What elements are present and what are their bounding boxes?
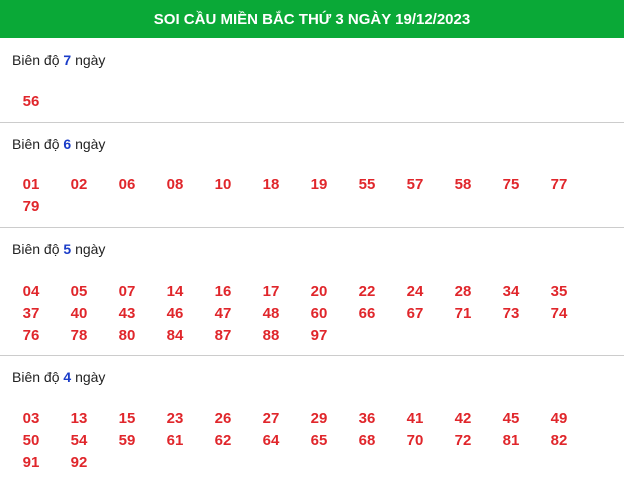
lottery-number: 06 (118, 176, 136, 193)
lottery-number: 80 (118, 327, 136, 344)
lottery-number: 15 (118, 410, 136, 427)
section-title: Biên độ 6 ngày (0, 123, 624, 153)
lottery-number: 22 (358, 283, 376, 300)
section-title: Biên độ 4 ngày (0, 356, 624, 386)
lottery-number: 02 (70, 176, 88, 193)
section-title-suffix: ngày (75, 136, 106, 152)
lottery-number: 47 (214, 305, 232, 322)
lottery-number: 13 (70, 410, 88, 427)
lottery-number: 41 (406, 410, 424, 427)
lottery-number: 76 (22, 327, 40, 344)
lottery-number: 45 (502, 410, 520, 427)
lottery-number: 55 (358, 176, 376, 193)
section-title-suffix: ngày (75, 241, 106, 257)
lottery-number: 62 (214, 432, 232, 449)
lottery-number: 14 (166, 283, 184, 300)
lottery-number: 65 (310, 432, 328, 449)
lottery-number: 92 (70, 454, 88, 471)
lottery-number: 74 (550, 305, 568, 322)
section-title-days: 5 (63, 241, 72, 257)
page-header: SOI CẦU MIỀN BẮC THỨ 3 NGÀY 19/12/2023 (0, 0, 624, 38)
lottery-number: 91 (22, 454, 40, 471)
lottery-number: 82 (550, 432, 568, 449)
lottery-number: 88 (262, 327, 280, 344)
lottery-number: 49 (550, 410, 568, 427)
section-title-days: 7 (63, 52, 72, 68)
lottery-number: 26 (214, 410, 232, 427)
lottery-number: 37 (22, 305, 40, 322)
lottery-number: 20 (310, 283, 328, 300)
lottery-number: 18 (262, 176, 280, 193)
section-title: Biên độ 5 ngày (0, 228, 624, 258)
lottery-number: 24 (406, 283, 424, 300)
lottery-number: 43 (118, 305, 136, 322)
lottery-number: 05 (70, 283, 88, 300)
lottery-number: 71 (454, 305, 472, 322)
lottery-number: 03 (22, 410, 40, 427)
section-title: Biên độ 7 ngày (0, 38, 624, 69)
lottery-number: 78 (70, 327, 88, 344)
section-title-prefix: Biên độ (12, 136, 60, 152)
section-title-suffix: ngày (75, 52, 106, 68)
number-grid: 56 (0, 93, 624, 111)
section-title-days: 6 (63, 136, 72, 152)
lottery-number: 66 (358, 305, 376, 322)
lottery-number: 59 (118, 432, 136, 449)
lottery-number: 72 (454, 432, 472, 449)
section-bien-do-6: Biên độ 6 ngày 01 02 06 08 10 18 19 55 57 58 75 77 7… (0, 123, 624, 228)
lottery-number: 10 (214, 176, 232, 193)
section-title-suffix: ngày (75, 369, 106, 385)
number-grid: 01 02 06 08 10 18 19 55 57 58 75 77 79 (0, 176, 624, 216)
lottery-number: 54 (70, 432, 88, 449)
lottery-number: 79 (22, 198, 40, 215)
lottery-number: 81 (502, 432, 520, 449)
lottery-number: 87 (214, 327, 232, 344)
section-bien-do-5: Biên độ 5 ngày 04 05 07 14 16 17 20 22 24 28 34 35 3… (0, 228, 624, 356)
lottery-number: 77 (550, 176, 568, 193)
lottery-number: 61 (166, 432, 184, 449)
lottery-number: 84 (166, 327, 184, 344)
lottery-number: 35 (550, 283, 568, 300)
section-title-days: 4 (63, 369, 72, 385)
lottery-number: 27 (262, 410, 280, 427)
lottery-number: 73 (502, 305, 520, 322)
lottery-number: 58 (454, 176, 472, 193)
lottery-number: 56 (22, 93, 40, 110)
lottery-number: 70 (406, 432, 424, 449)
section-bien-do-4: Biên độ 4 ngày 03 13 15 23 26 27 29 36 41 42 45 49 5… (0, 356, 624, 482)
lottery-number: 19 (310, 176, 328, 193)
lottery-number: 34 (502, 283, 520, 300)
lottery-number: 07 (118, 283, 136, 300)
section-title-prefix: Biên độ (12, 241, 60, 257)
lottery-number: 08 (166, 176, 184, 193)
lottery-number: 75 (502, 176, 520, 193)
lottery-number: 28 (454, 283, 472, 300)
lottery-number: 48 (262, 305, 280, 322)
lottery-number: 67 (406, 305, 424, 322)
lottery-number: 57 (406, 176, 424, 193)
section-title-prefix: Biên độ (12, 369, 60, 385)
lottery-number: 97 (310, 327, 328, 344)
lottery-number: 64 (262, 432, 280, 449)
lottery-number: 50 (22, 432, 40, 449)
number-grid: 04 05 07 14 16 17 20 22 24 28 34 35 37 40 43 46 47 48 60 66… (0, 283, 624, 345)
lottery-number: 16 (214, 283, 232, 300)
lottery-number: 36 (358, 410, 376, 427)
lottery-number: 23 (166, 410, 184, 427)
lottery-number: 17 (262, 283, 280, 300)
lottery-number: 42 (454, 410, 472, 427)
page-title: SOI CẦU MIỀN BẮC THỨ 3 NGÀY 19/12/2023 (153, 10, 471, 28)
section-title-prefix: Biên độ (12, 52, 60, 68)
section-bien-do-7: Biên độ 7 ngày 56 (0, 38, 624, 123)
number-grid: 03 13 15 23 26 27 29 36 41 42 45 49 50 54 59 61 62 64 65 68… (0, 410, 624, 472)
lottery-number: 04 (22, 283, 40, 300)
lottery-number: 40 (70, 305, 88, 322)
lottery-number: 60 (310, 305, 328, 322)
lottery-number: 29 (310, 410, 328, 427)
lottery-number: 46 (166, 305, 184, 322)
lottery-number: 01 (22, 176, 40, 193)
lottery-number: 68 (358, 432, 376, 449)
